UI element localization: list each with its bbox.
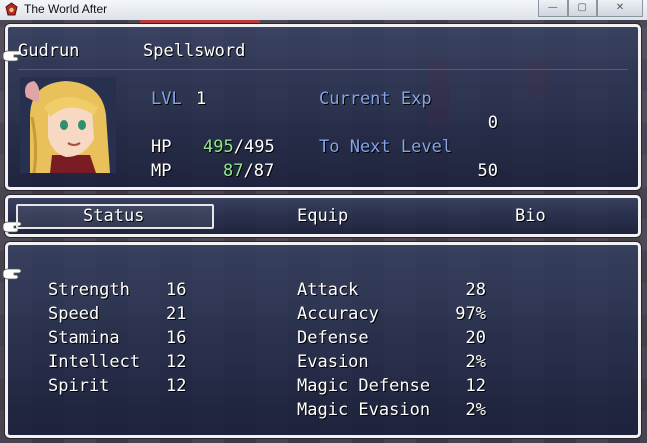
stat-name: Strength <box>48 280 130 300</box>
stat-name: Spirit <box>48 376 110 396</box>
to-next-level-label: To Next Level <box>319 137 453 157</box>
tab-bio[interactable]: Bio <box>515 206 546 226</box>
pointing-hand-icon <box>2 268 22 280</box>
character-class: Spellsword <box>143 41 246 61</box>
stat-value: 12 <box>166 376 187 396</box>
stat-name: Speed <box>48 304 100 324</box>
stat-name: Intellect <box>48 352 141 372</box>
hp-values: 495/495 <box>203 137 275 157</box>
combat-stat-value: 20 <box>465 328 486 348</box>
stats-panel: Strength 16 Speed 21 Stamina 16 Intellec… <box>2 242 641 438</box>
mp-separator: / <box>243 161 254 181</box>
stat-name: Stamina <box>48 328 120 348</box>
combat-stat-name: Magic Defense <box>297 376 431 396</box>
stat-value: 21 <box>166 304 187 324</box>
hp-max: 495 <box>243 137 275 157</box>
combat-stat-name: Magic Evasion <box>297 400 431 420</box>
combat-stat-value: 2% <box>465 352 486 372</box>
hp-current: 495 <box>203 137 234 157</box>
tab-panel: Status Equip Bio <box>2 195 641 237</box>
maximize-button[interactable]: ▢ <box>567 0 597 17</box>
stat-value: 12 <box>166 352 187 372</box>
level-label: LVL <box>151 89 182 109</box>
tab-equip[interactable]: Equip <box>297 206 348 226</box>
combat-stat-value: 97% <box>455 304 486 324</box>
mp-label: MP <box>151 161 172 181</box>
stat-value: 16 <box>166 280 187 300</box>
hp-separator: / <box>233 137 244 157</box>
window-title: The World After <box>24 2 108 16</box>
minimize-button[interactable]: — <box>538 0 568 17</box>
tab-status[interactable]: Status <box>83 206 144 226</box>
game-app-icon <box>5 2 18 16</box>
game-scene: Gudrun Spellsword LVL 1 Current Exp 0 HP… <box>0 20 647 443</box>
mp-values: 87/87 <box>223 161 274 181</box>
mp-current: 87 <box>223 161 244 181</box>
combat-stat-name: Accuracy <box>297 304 379 324</box>
window-titlebar: The World After — ▢ ✕ <box>0 0 647 21</box>
close-button[interactable]: ✕ <box>597 0 643 17</box>
combat-stat-value: 28 <box>465 280 486 300</box>
mp-max: 87 <box>253 161 275 181</box>
character-panel: Gudrun Spellsword LVL 1 Current Exp 0 HP… <box>2 24 641 190</box>
level-value: 1 <box>196 89 207 109</box>
stat-value: 16 <box>166 328 187 348</box>
current-exp-value: 0 <box>487 113 498 133</box>
combat-stat-name: Evasion <box>297 352 369 372</box>
to-next-level-value: 50 <box>477 161 498 181</box>
window-controls: — ▢ ✕ <box>538 0 643 17</box>
combat-stat-name: Defense <box>297 328 369 348</box>
combat-stat-value: 2% <box>465 400 486 420</box>
combat-stat-name: Attack <box>297 280 359 300</box>
panel-divider <box>18 69 628 70</box>
hp-label: HP <box>151 137 172 157</box>
character-name: Gudrun <box>18 41 80 61</box>
current-exp-label: Current Exp <box>319 89 432 109</box>
character-portrait <box>20 77 116 173</box>
combat-stat-value: 12 <box>465 376 486 396</box>
